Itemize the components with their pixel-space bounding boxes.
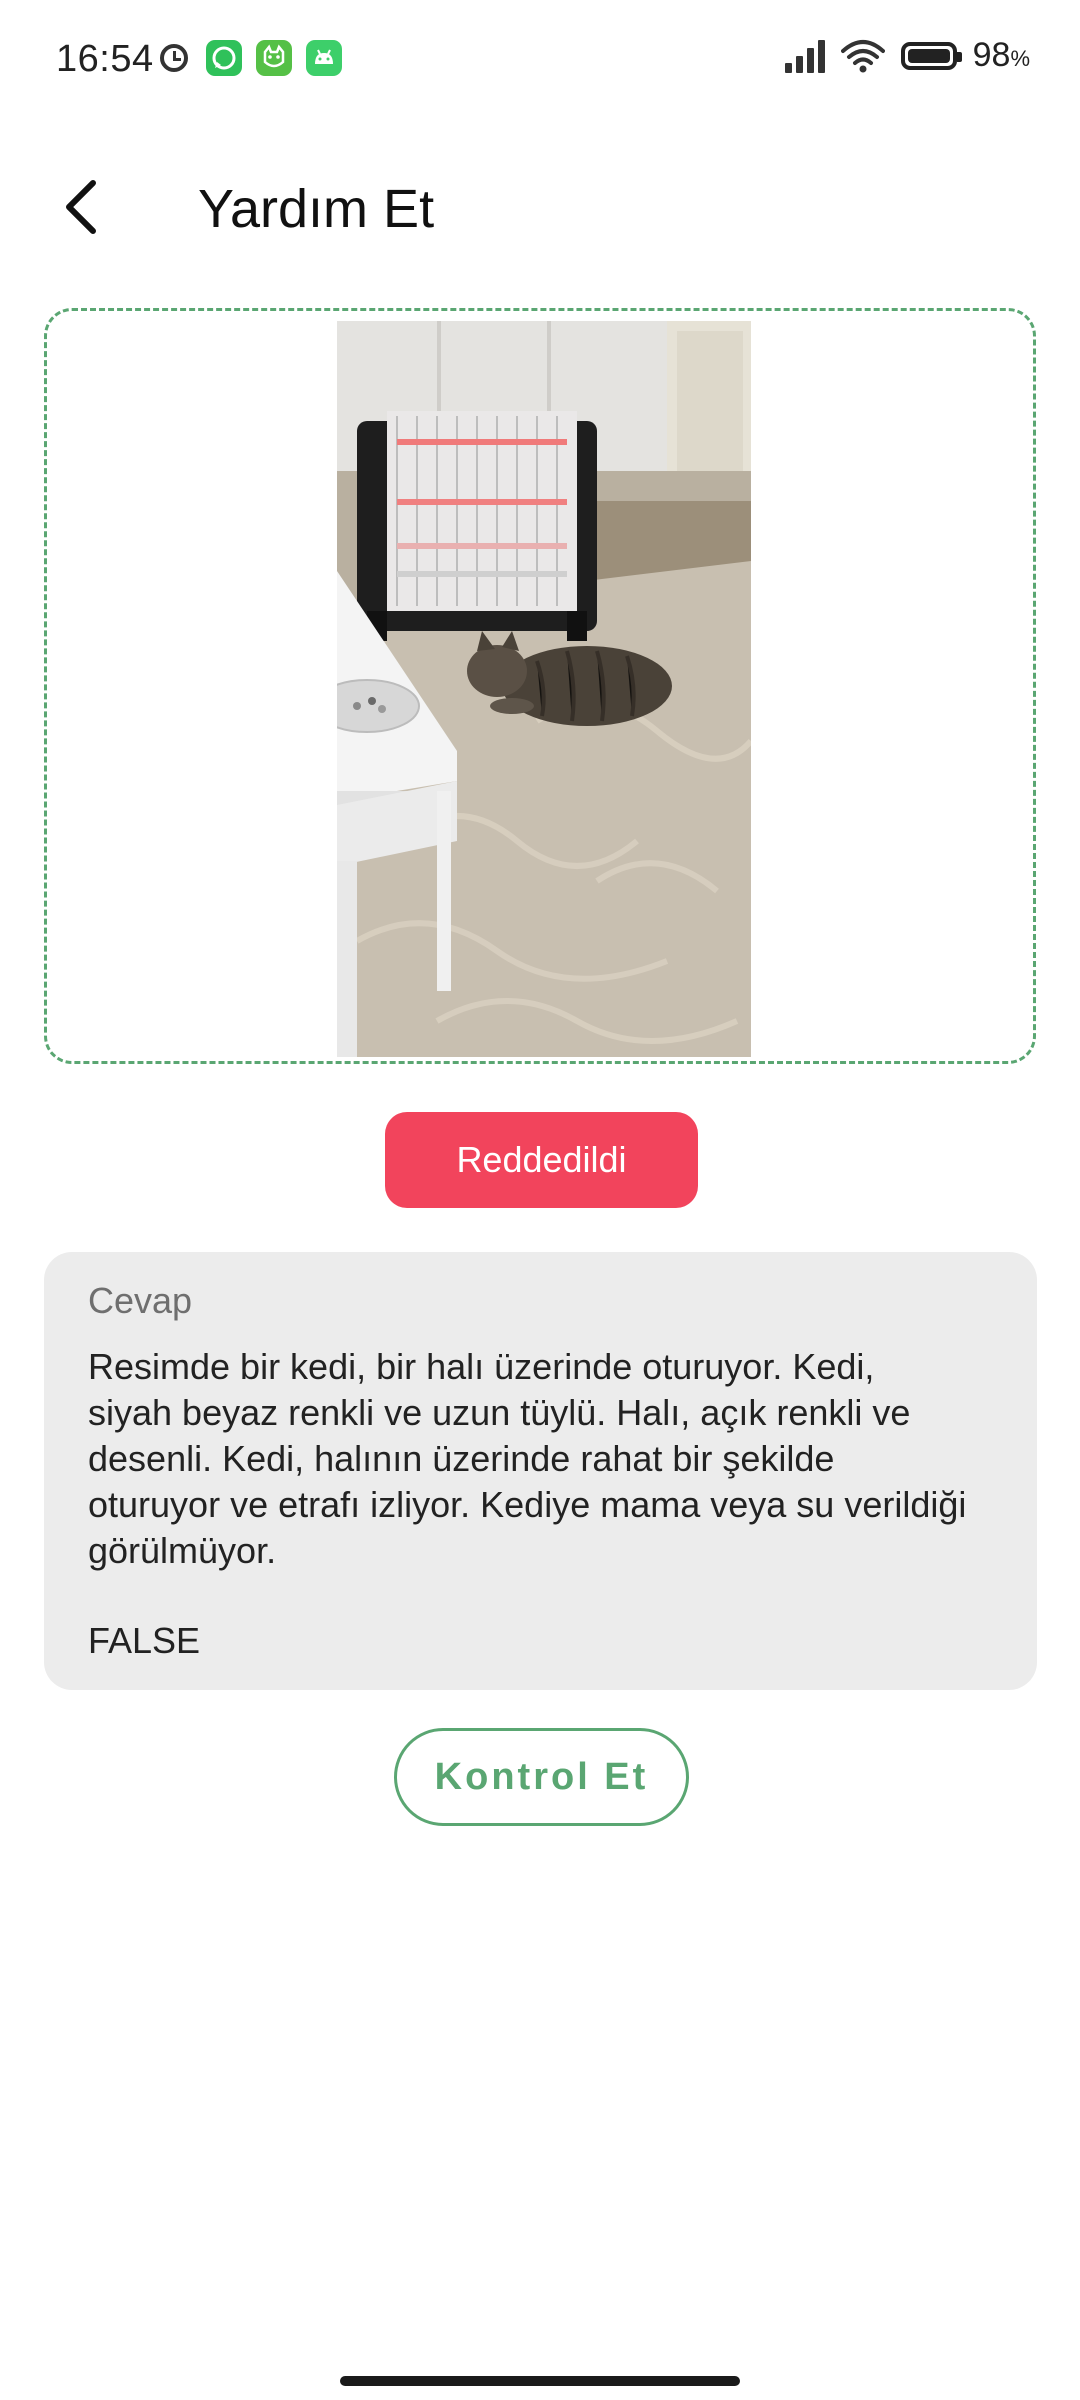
page-title: Yardım Et — [198, 179, 435, 239]
status-time: 16:54 — [56, 38, 154, 80]
clock-icon — [156, 40, 192, 76]
cat-app-icon — [256, 40, 292, 76]
app-header: Yardım Et — [0, 150, 1080, 270]
signal-icon — [784, 39, 825, 73]
notification-icons — [156, 40, 342, 76]
chevron-left-icon — [66, 180, 96, 234]
home-indicator[interactable] — [340, 2376, 740, 2386]
answer-result: FALSE — [88, 1620, 201, 1661]
android-icon — [306, 40, 342, 76]
status-bar: 16:54 98% — [0, 0, 1080, 120]
image-upload-frame[interactable] — [44, 308, 1036, 1064]
answer-text: Resimde bir kedi, bir halı üzerinde otur… — [88, 1346, 967, 1571]
system-indicators: 98% — [784, 36, 1030, 75]
uploaded-photo — [337, 321, 751, 1057]
check-button[interactable]: Kontrol Et — [394, 1728, 689, 1826]
rejected-status-button[interactable]: Reddedildi — [385, 1112, 698, 1208]
answer-label: Cevap — [88, 1280, 193, 1321]
answer-card: Cevap Resimde bir kedi, bir halı üzerind… — [44, 1252, 1037, 1690]
back-button[interactable] — [46, 172, 116, 242]
wifi-icon — [840, 39, 885, 72]
whatsapp-icon — [206, 40, 242, 76]
battery-level: 98% — [972, 36, 1030, 74]
battery-icon — [900, 41, 962, 70]
